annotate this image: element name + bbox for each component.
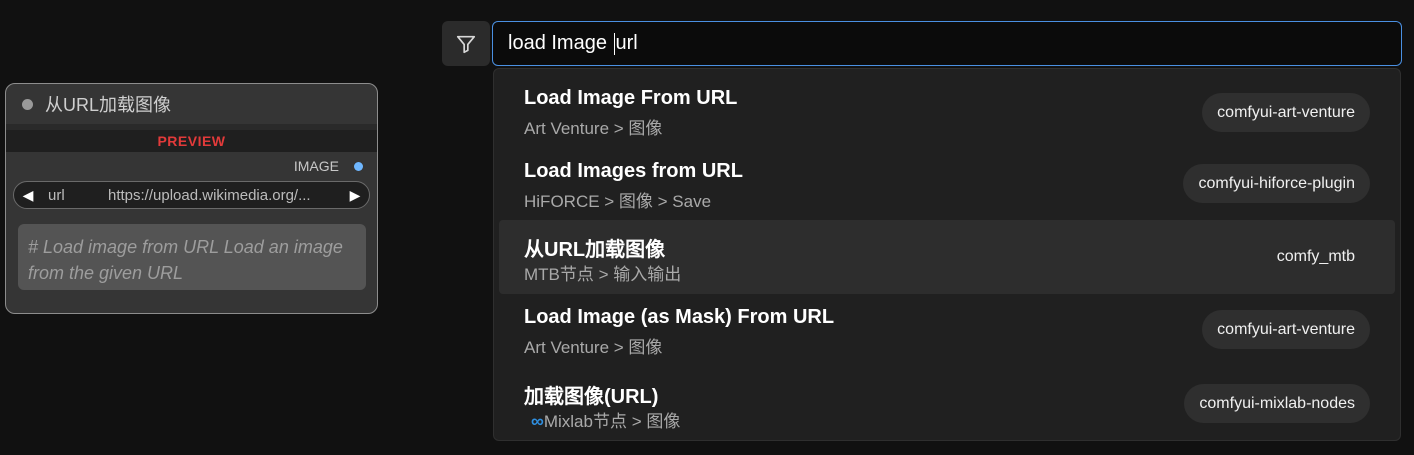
node-output: IMAGE	[6, 154, 377, 178]
infinity-icon: ∞	[531, 411, 544, 431]
filter-icon	[456, 35, 476, 53]
output-socket[interactable]	[354, 162, 363, 171]
result-badge: comfyui-art-venture	[1202, 93, 1370, 132]
node-header[interactable]: 从URL加载图像	[6, 84, 377, 125]
result-item[interactable]: 加载图像(URL) ∞Mixlab节点 > 图像 comfyui-mixlab-…	[499, 369, 1395, 442]
search-query-after: url	[615, 32, 638, 54]
node-card[interactable]: 从URL加载图像 PREVIEW IMAGE ◀ url https://upl…	[5, 83, 378, 314]
result-title: Load Image (as Mask) From URL	[524, 306, 835, 328]
left-arrow-icon[interactable]: ◀	[14, 187, 42, 204]
node-title: 从URL加载图像	[45, 95, 172, 115]
result-badge: comfyui-mixlab-nodes	[1184, 384, 1370, 423]
result-title: 加载图像(URL)	[524, 386, 659, 408]
search-input[interactable]: load Image url	[492, 21, 1402, 66]
preview-label: PREVIEW	[6, 130, 377, 152]
result-title: 从URL加载图像	[524, 239, 666, 261]
result-category: HiFORCE > 图像 > Save	[524, 192, 712, 211]
node-description: # Load image from URL Load an image from…	[18, 224, 366, 290]
url-widget-value[interactable]: https://upload.wikimedia.org/...	[108, 187, 341, 204]
result-category-text: Mixlab节点 > 图像	[543, 412, 681, 431]
result-category: ∞Mixlab节点 > 图像	[531, 407, 680, 432]
result-badge: comfyui-art-venture	[1202, 310, 1370, 349]
right-arrow-icon[interactable]: ▶	[341, 187, 369, 204]
result-title: Load Image From URL	[524, 87, 738, 109]
result-title: Load Images from URL	[524, 160, 743, 182]
result-category: Art Venture > 图像	[524, 338, 663, 357]
text-cursor	[613, 32, 615, 55]
result-item-selected[interactable]: 从URL加载图像 MTB节点 > 输入输出 comfy_mtb	[499, 220, 1395, 294]
search-results: Load Image From URL Art Venture > 图像 com…	[493, 68, 1401, 441]
result-item[interactable]: Load Images from URL HiFORCE > 图像 > Save…	[499, 147, 1395, 219]
url-widget-name: url	[48, 186, 65, 204]
search-query-before: load Image	[508, 32, 613, 54]
result-badge: comfy_mtb	[1276, 248, 1355, 265]
url-widget[interactable]: ◀ url https://upload.wikimedia.org/... ▶	[13, 181, 370, 209]
result-category: MTB节点 > 输入输出	[524, 265, 682, 284]
result-item[interactable]: Load Image (as Mask) From URL Art Ventur…	[499, 295, 1395, 368]
result-item[interactable]: Load Image From URL Art Venture > 图像 com…	[499, 73, 1395, 146]
result-category: Art Venture > 图像	[524, 119, 663, 138]
result-badge: comfyui-hiforce-plugin	[1183, 164, 1370, 203]
filter-button[interactable]	[442, 21, 490, 66]
output-label: IMAGE	[293, 158, 339, 174]
node-collapse-dot[interactable]	[22, 98, 33, 110]
